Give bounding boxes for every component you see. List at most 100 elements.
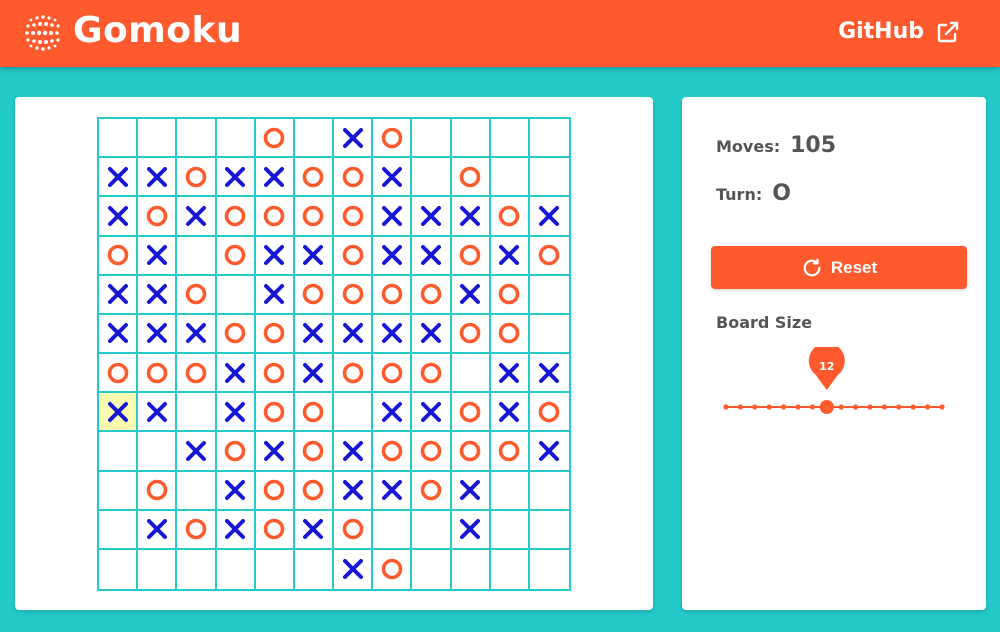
board-cell-x[interactable] [255, 275, 295, 315]
board-cell-o[interactable] [294, 275, 334, 315]
board-cell-empty[interactable] [412, 158, 452, 198]
board-cell-empty[interactable] [177, 236, 217, 276]
board-cell-empty[interactable] [216, 275, 256, 315]
board-cell-x[interactable] [255, 158, 295, 198]
board-cell-o[interactable] [216, 197, 256, 237]
board-cell-empty[interactable] [177, 119, 217, 159]
board-cell-x[interactable] [138, 158, 178, 198]
board-cell-empty[interactable] [529, 158, 569, 198]
board-cell-x[interactable] [216, 158, 256, 198]
board-cell-x[interactable] [334, 119, 374, 159]
board-cell-empty[interactable] [138, 119, 178, 159]
board-cell-o[interactable] [451, 432, 491, 472]
board-cell-o[interactable] [294, 393, 334, 433]
board-cell-empty[interactable] [451, 354, 491, 394]
board-cell-x[interactable] [373, 158, 413, 198]
board-cell-o[interactable] [255, 510, 295, 550]
board-cell-x[interactable] [216, 354, 256, 394]
board-cell-empty[interactable] [334, 393, 374, 433]
board-cell-x[interactable] [294, 354, 334, 394]
board-cell-o[interactable] [373, 275, 413, 315]
board-cell-x[interactable] [216, 393, 256, 433]
board-cell-empty[interactable] [412, 119, 452, 159]
board-cell-x[interactable] [216, 471, 256, 511]
board-cell-x[interactable] [216, 510, 256, 550]
board-cell-o[interactable] [294, 158, 334, 198]
board-cell-o[interactable] [373, 549, 413, 589]
board-cell-empty[interactable] [138, 549, 178, 589]
board-cell-o[interactable] [334, 354, 374, 394]
board-cell-o[interactable] [255, 393, 295, 433]
board-cell-empty[interactable] [412, 510, 452, 550]
board-cell-x[interactable] [334, 471, 374, 511]
board-cell-empty[interactable] [412, 549, 452, 589]
board-cell-x[interactable] [255, 432, 295, 472]
board-cell-x[interactable] [99, 158, 139, 198]
board-cell-empty[interactable] [216, 119, 256, 159]
board-cell-o[interactable] [334, 236, 374, 276]
board-cell-x[interactable] [177, 197, 217, 237]
board-cell-empty[interactable] [99, 471, 139, 511]
board-cell-x[interactable] [255, 236, 295, 276]
board-cell-x[interactable] [490, 236, 530, 276]
board-cell-x[interactable] [412, 197, 452, 237]
slider-thumb[interactable] [819, 400, 834, 414]
board-cell-o[interactable] [490, 314, 530, 354]
board-cell-o[interactable] [334, 510, 374, 550]
board-cell-o[interactable] [99, 236, 139, 276]
board-cell-x[interactable] [294, 314, 334, 354]
board-cell-empty[interactable] [138, 432, 178, 472]
board-cell-x[interactable] [373, 393, 413, 433]
board-cell-o[interactable] [373, 354, 413, 394]
board-cell-x[interactable] [373, 471, 413, 511]
board-cell-empty[interactable] [452, 549, 491, 589]
board-cell-o[interactable] [490, 197, 530, 237]
board-cell-x[interactable] [490, 393, 530, 433]
board-cell-empty[interactable] [529, 276, 569, 315]
board-cell-empty[interactable] [217, 549, 256, 589]
board-cell-o[interactable] [216, 314, 256, 354]
board-cell-empty[interactable] [529, 119, 569, 159]
board-cell-o[interactable] [451, 314, 491, 354]
board-cell-x[interactable] [334, 314, 374, 354]
board-cell-x[interactable] [373, 236, 413, 276]
board-cell-empty[interactable] [99, 549, 139, 589]
board-cell-x[interactable] [529, 432, 569, 472]
board-cell-o[interactable] [373, 432, 413, 472]
board-cell-o[interactable] [99, 354, 139, 394]
board-cell-o[interactable] [177, 354, 217, 394]
board-cell-empty[interactable] [529, 511, 569, 550]
board-cell-x[interactable] [334, 549, 374, 589]
board-cell-o[interactable] [216, 236, 256, 276]
board-cell-empty[interactable] [177, 549, 217, 589]
board-cell-o[interactable] [138, 354, 178, 394]
board-cell-x[interactable] [138, 236, 178, 276]
board-cell-o[interactable] [334, 197, 374, 237]
board-cell-x[interactable] [294, 236, 334, 276]
board-cell-x[interactable] [412, 314, 452, 354]
board-cell-o[interactable] [451, 158, 491, 198]
board-cell-o[interactable] [255, 197, 295, 237]
board-cell-x[interactable] [177, 432, 217, 472]
board-cell-o[interactable] [334, 275, 374, 315]
board-cell-o[interactable] [255, 119, 295, 159]
board-cell-o[interactable] [451, 236, 491, 276]
board-cell-o[interactable] [177, 158, 217, 198]
board-cell-x[interactable] [451, 510, 491, 550]
board-cell-empty[interactable] [529, 315, 569, 354]
board-cell-o[interactable] [294, 432, 334, 472]
board-cell-x[interactable] [373, 314, 413, 354]
board-size-slider[interactable]: 12 [722, 347, 946, 427]
board-cell-x[interactable] [334, 432, 374, 472]
board-cell-o[interactable] [412, 471, 452, 511]
board-cell-o[interactable] [255, 314, 295, 354]
board-cell-x[interactable] [99, 197, 139, 237]
board-cell-x[interactable] [529, 197, 569, 237]
board-cell-empty[interactable] [294, 119, 334, 159]
board-cell-o[interactable] [412, 354, 452, 394]
board-cell-x[interactable] [451, 275, 491, 315]
board-cell-x[interactable] [294, 510, 334, 550]
board-cell-x[interactable] [451, 197, 491, 237]
board-cell-o[interactable] [334, 158, 374, 198]
board-cell-x[interactable] [138, 314, 178, 354]
